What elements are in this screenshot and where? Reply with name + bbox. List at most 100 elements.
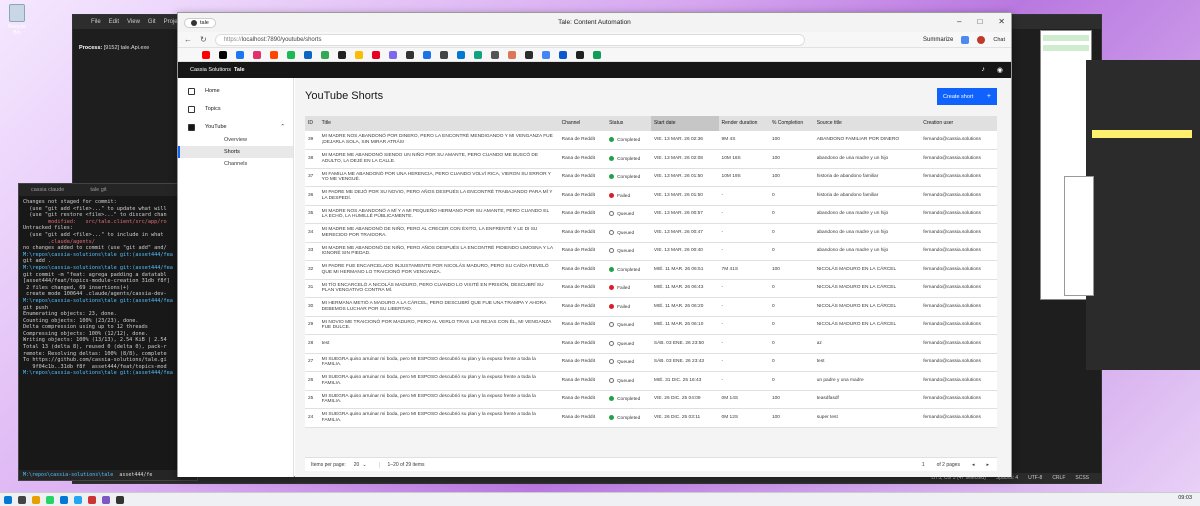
terminal-line: Counting objects: 100% (23/23), done. [23, 317, 139, 324]
youtube-bookmark-icon[interactable] [202, 50, 210, 59]
table-row[interactable]: 37 MI FAMILIA ME ABANDONÓ POR UNA HERENCI… [305, 168, 997, 187]
reddit-bookmark-icon[interactable] [270, 50, 278, 59]
highlight-bar [1092, 130, 1192, 138]
column-header[interactable]: Status [606, 116, 651, 131]
table-row[interactable]: 33 MI MADRE ME ABANDONÓ DE NIÑO, PERO AÑO… [305, 242, 997, 261]
table-row[interactable]: 39 MI MADRE NOS ABANDONÓ POR DINERO, PERO… [305, 131, 997, 150]
bookmark-icon[interactable] [576, 50, 584, 59]
cell-user: fernando@cassia.solutions [920, 223, 997, 243]
menu-file[interactable]: File [91, 19, 101, 25]
sidebar-item-channels[interactable]: Channels [178, 158, 293, 170]
prev-page-icon[interactable]: ◂ [972, 462, 975, 468]
summarize-button[interactable]: Summarize [923, 37, 953, 43]
profile-icon[interactable] [977, 35, 986, 44]
bookmark-icon[interactable] [423, 50, 431, 59]
sidebar-item-topics[interactable]: Topics [178, 102, 293, 116]
table-row[interactable]: 29 MI NOVIO ME TRAICIONÓ POR MADURO, PERO… [305, 316, 997, 335]
bookmark-icon[interactable] [321, 50, 329, 59]
cell-user: fernando@cassia.solutions [920, 353, 997, 372]
sidebar-item-home[interactable]: Home [178, 84, 293, 98]
bookmark-icon[interactable] [491, 50, 499, 59]
table-row[interactable]: 30 MI HERMANA METIÓ A MADURO A LA CÁRCEL,… [305, 297, 997, 317]
status-icon [609, 285, 615, 291]
column-header[interactable]: Title [318, 116, 559, 131]
table-row[interactable]: 26 MI SUEGRA quiso arruinar mi boda, pero… [305, 371, 997, 391]
taskbar-app-icon[interactable] [32, 495, 40, 504]
terminal-tab[interactable]: cassia claude [31, 187, 64, 194]
url-input[interactable]: https://localhost:7890/youtube/shorts [214, 33, 805, 46]
chat-button[interactable]: Chat [993, 37, 1005, 43]
user-icon[interactable]: ◉ [997, 66, 1003, 74]
cell-pct: 0 [768, 297, 814, 317]
start-icon[interactable] [4, 495, 12, 504]
column-header[interactable]: % Completion [768, 116, 814, 131]
reload-icon[interactable]: ↻ [200, 35, 207, 44]
taskbar-app-icon[interactable] [88, 495, 96, 504]
menu-git[interactable]: Git [148, 19, 156, 25]
next-page-icon[interactable]: ▸ [986, 462, 989, 468]
items-per-page-select[interactable]: 20 [354, 462, 360, 468]
table-header: ID Title Channel Status Start date Render dur… [305, 116, 997, 131]
column-header[interactable]: Render duration [718, 116, 769, 131]
bell-icon[interactable]: ♪ [981, 66, 985, 74]
bookmark-icon[interactable] [440, 50, 448, 59]
bookmark-icon[interactable] [593, 50, 601, 59]
column-header[interactable]: Channel [558, 116, 607, 131]
bookmark-icon[interactable] [525, 50, 533, 59]
taskbar-app-icon[interactable] [74, 495, 82, 504]
table-row[interactable]: 35 MI MADRE NOS ABANDONÓ A MÍ Y A MI PEQU… [305, 205, 997, 224]
recycle-bin-icon[interactable]: Recycle Bin [4, 4, 30, 36]
sidebar-item-overview[interactable]: Overview [178, 134, 293, 146]
bookmark-icon[interactable] [406, 50, 414, 59]
table-row[interactable]: 34 MI MADRE ME ABANDONÓ DE NIÑO, PERO AL … [305, 223, 997, 243]
sidebar-item-youtube[interactable]: YouTube ⌃ [178, 120, 293, 134]
x-bookmark-icon[interactable] [219, 50, 227, 59]
cell-channel: Rana de Reddit [558, 316, 607, 335]
column-header[interactable]: Creation user [920, 116, 997, 131]
maximize-icon[interactable]: □ [977, 17, 982, 26]
sidebar-item-shorts[interactable]: Shorts [178, 146, 293, 158]
spotify-bookmark-icon[interactable] [287, 50, 295, 59]
taskbar-app-icon[interactable] [102, 495, 110, 504]
taskbar-app-icon[interactable] [18, 495, 26, 504]
column-header[interactable]: Start date [650, 116, 719, 131]
table-row[interactable]: 32 MI PADRE FUE ENCARCELADO INJUSTAMENTE … [305, 260, 997, 280]
terminal-tab[interactable]: tale git [90, 187, 106, 194]
column-header[interactable]: ID [305, 116, 319, 131]
extension-icon[interactable] [961, 35, 970, 44]
taskbar-app-icon[interactable] [116, 495, 124, 504]
terminal-line: M:\repos\cassia-solutions\tale git:(asse… [23, 251, 173, 258]
bookmark-icon[interactable] [559, 50, 567, 59]
taskbar-app-icon[interactable] [60, 495, 68, 504]
table-row[interactable]: 24 MI SUEGRA quiso arruinar mi boda, pero… [305, 408, 997, 428]
bookmark-icon[interactable] [474, 50, 482, 59]
bookmark-icon[interactable] [542, 50, 550, 59]
minimize-icon[interactable]: – [957, 17, 961, 26]
bookmark-icon[interactable] [457, 50, 465, 59]
table-row[interactable]: 36 MI PADRE ME DEJÓ POR SU NOVIO, PERO AÑ… [305, 186, 997, 206]
table-row[interactable]: 38 MI MADRE ME ABANDONÓ SIENDO UN NIÑO PO… [305, 149, 997, 169]
menu-edit[interactable]: Edit [109, 19, 119, 25]
back-icon[interactable]: ← [184, 35, 192, 44]
create-short-button[interactable]: Create short + [937, 88, 997, 105]
table-row[interactable]: 31 MI TÍO ENCARCELÓ A NICOLÁS MADURO, PER… [305, 279, 997, 298]
bookmark-icon[interactable] [355, 50, 363, 59]
table-row[interactable]: 28 test Rana de Reddit Queued SÁB. 03 ENE. 2… [305, 334, 997, 354]
terminal-output[interactable]: Changes not staged for commit: (use "git… [19, 196, 197, 380]
facebook-bookmark-icon[interactable] [236, 50, 244, 59]
status-icon [609, 155, 615, 161]
cell-channel: Rana de Reddit [558, 205, 607, 224]
table-row[interactable]: 25 MI SUEGRA quiso arruinar mi boda, pero… [305, 390, 997, 409]
pinterest-bookmark-icon[interactable] [372, 50, 380, 59]
linkedin-bookmark-icon[interactable] [304, 50, 312, 59]
bookmark-icon[interactable] [508, 50, 516, 59]
taskbar-app-icon[interactable] [46, 495, 54, 504]
menu-view[interactable]: View [127, 19, 140, 25]
column-header[interactable]: Source title [813, 116, 921, 131]
close-icon[interactable]: ✕ [998, 17, 1005, 26]
instagram-bookmark-icon[interactable] [253, 50, 261, 59]
bookmark-icon[interactable] [389, 50, 397, 59]
page-select[interactable]: 1 [922, 462, 925, 468]
table-row[interactable]: 27 MI SUEGRA quiso arruinar mi boda, pero… [305, 353, 997, 372]
github-bookmark-icon[interactable] [338, 50, 346, 59]
